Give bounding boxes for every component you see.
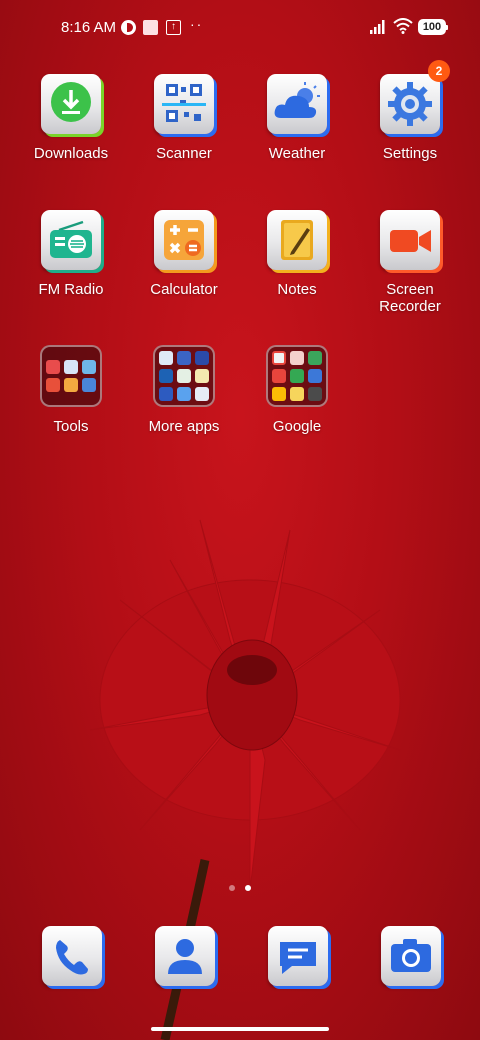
page-dot-active[interactable] (245, 885, 251, 891)
camera-icon (381, 926, 441, 986)
app-weather[interactable]: Weather (247, 74, 347, 162)
home-gesture-bar[interactable] (151, 1027, 329, 1031)
app-label: Tools (53, 418, 89, 435)
download-icon (41, 74, 101, 134)
app-label: Google (272, 418, 322, 435)
battery-icon: 100 (418, 19, 448, 35)
page-dot[interactable] (229, 885, 235, 891)
status-bar: 8:16 AM ↑ ·· 100 (0, 0, 480, 56)
notes-icon (267, 210, 327, 270)
dock-camera[interactable] (380, 926, 442, 988)
folder-google[interactable]: Google (247, 345, 347, 435)
radio-icon (41, 210, 101, 270)
upload-icon: ↑ (166, 20, 181, 35)
app-notes[interactable]: Notes (247, 210, 347, 298)
phone-icon (42, 926, 102, 986)
signal-icon (370, 20, 385, 34)
app-label: Scanner (156, 145, 212, 162)
dock-phone[interactable] (41, 926, 103, 988)
folder-icon (153, 345, 215, 407)
more-dots-icon: ·· (190, 16, 204, 32)
app-label: Settings (382, 145, 438, 162)
gear-icon: 2 (380, 60, 450, 134)
app-label: Downloads (33, 145, 109, 162)
status-time: 8:16 AM (61, 19, 117, 36)
app-fm-radio[interactable]: FM Radio (21, 210, 121, 298)
app-label: Calculator (150, 281, 218, 298)
folder-icon (40, 345, 102, 407)
video-camera-icon (380, 210, 440, 270)
folder-icon (266, 345, 328, 407)
dock-messages[interactable] (267, 926, 329, 988)
folder-more-apps[interactable]: More apps (134, 345, 234, 435)
app-calculator[interactable]: Calculator (134, 210, 234, 298)
app-scanner[interactable]: Scanner (134, 74, 234, 162)
weather-cloud-icon (267, 74, 327, 134)
app-settings[interactable]: 2 Settings (360, 60, 460, 162)
app-label: Screen Recorder (379, 281, 441, 315)
notification-square-icon (143, 20, 158, 35)
message-icon (268, 926, 328, 986)
app-screen-recorder[interactable]: Screen Recorder (360, 210, 460, 315)
contacts-icon (155, 926, 215, 986)
app-label: More apps (148, 418, 220, 435)
dock-contacts[interactable] (154, 926, 216, 988)
notification-badge: 2 (428, 60, 450, 82)
page-indicator[interactable] (0, 878, 480, 896)
wifi-icon (393, 18, 413, 34)
c-app-icon (121, 20, 136, 35)
qr-scanner-icon (154, 74, 214, 134)
calculator-icon (154, 210, 214, 270)
app-downloads[interactable]: Downloads (21, 74, 121, 162)
app-label: Weather (268, 145, 326, 162)
app-label: FM Radio (38, 281, 104, 298)
folder-tools[interactable]: Tools (21, 345, 121, 435)
app-label: Notes (277, 281, 317, 298)
